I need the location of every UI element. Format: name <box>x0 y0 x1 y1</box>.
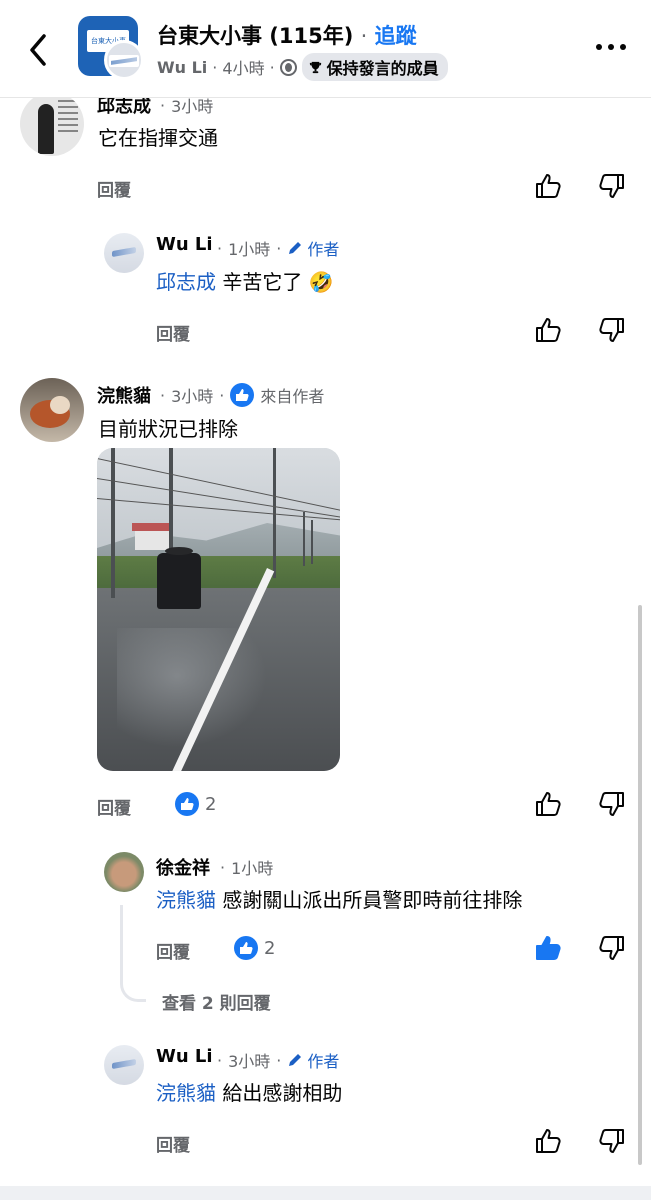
reply-button[interactable]: 回覆 <box>156 1131 190 1156</box>
comment-text: 它在指揮交通 <box>98 126 218 150</box>
comment-meta: · 1小時 <box>220 855 273 879</box>
comment-time: 1小時 <box>228 240 271 259</box>
avatar[interactable] <box>104 233 144 273</box>
like-icon[interactable] <box>534 790 562 818</box>
group-title: 台東大小事 (115年) · 追蹤 <box>157 24 417 48</box>
comment-time: 1小時 <box>231 859 274 878</box>
reply-button[interactable]: 回覆 <box>97 176 131 201</box>
back-icon[interactable] <box>22 30 56 70</box>
comment-time: 3小時 <box>228 1052 271 1071</box>
view-replies-link[interactable]: 查看 2 則回覆 <box>162 989 271 1014</box>
member-badge: 保持發言的成員 <box>301 53 448 81</box>
mention-link[interactable]: 浣熊貓 <box>156 1081 216 1105</box>
comment-text: 浣熊貓 給出感謝相助 <box>156 1081 343 1105</box>
reaction-count[interactable]: 2 <box>175 792 216 816</box>
reply-button[interactable]: 回覆 <box>156 320 190 345</box>
like-reaction-icon <box>175 792 199 816</box>
post-meta: Wu Li · 4小時 · 保持發言的成員 <box>157 53 448 81</box>
like-reaction-icon <box>234 936 258 960</box>
post-header: 台東大小事 台東大小事 (115年) · 追蹤 Wu Li · 4小時 · 保持… <box>0 0 651 98</box>
author-avatar[interactable] <box>104 40 144 80</box>
trophy-icon <box>309 61 321 73</box>
globe-icon <box>279 58 297 76</box>
avatar[interactable] <box>104 852 144 892</box>
reaction-count[interactable]: 2 <box>234 936 275 960</box>
post-time: 4小時 <box>222 59 265 78</box>
reply-button[interactable]: 回覆 <box>156 938 190 963</box>
like-icon[interactable] <box>534 172 562 200</box>
scrollbar[interactable] <box>638 605 642 1165</box>
mention-link[interactable]: 浣熊貓 <box>156 888 216 912</box>
comment-meta: · 3小時 · 來自作者 <box>160 383 324 407</box>
comment-composer-edge <box>0 1186 651 1200</box>
more-options-icon[interactable] <box>596 44 628 54</box>
post-author-name[interactable]: Wu Li <box>157 58 207 77</box>
like-icon-active[interactable] <box>534 934 562 962</box>
dislike-icon[interactable] <box>598 172 626 200</box>
author-like-icon <box>230 383 255 407</box>
dislike-icon[interactable] <box>598 934 626 962</box>
like-icon[interactable] <box>534 1127 562 1155</box>
mention-link[interactable]: 邱志成 <box>156 270 216 294</box>
commenter-name[interactable]: 徐金祥 <box>156 854 210 880</box>
dislike-icon[interactable] <box>598 790 626 818</box>
laughing-emoji: 🤣 <box>308 270 334 294</box>
like-icon[interactable] <box>534 316 562 344</box>
dislike-icon[interactable] <box>598 1127 626 1155</box>
pencil-icon <box>289 1054 302 1066</box>
pencil-icon <box>289 242 302 254</box>
comment-text: 邱志成 辛苦它了 🤣 <box>156 270 334 294</box>
comment-meta: · 3小時 · 作者 <box>217 1048 339 1072</box>
thread-connector <box>120 905 146 1002</box>
follow-button[interactable]: 追蹤 <box>375 24 417 48</box>
reply-button[interactable]: 回覆 <box>97 794 131 819</box>
commenter-name[interactable]: Wu Li <box>156 1046 213 1067</box>
comment-text: 目前狀況已排除 <box>98 417 238 441</box>
comment-text: 浣熊貓 感謝關山派出所員警即時前往排除 <box>156 888 523 912</box>
avatar[interactable] <box>20 378 84 442</box>
from-author-label: 來自作者 <box>260 387 325 406</box>
comment-time: 3小時 <box>171 387 214 406</box>
comment-photo[interactable] <box>97 448 340 771</box>
author-badge: 作者 <box>287 236 339 260</box>
avatar[interactable] <box>104 1045 144 1085</box>
comment-meta: · 1小時 · 作者 <box>217 236 339 260</box>
avatar[interactable] <box>20 92 84 156</box>
commenter-name[interactable]: 浣熊貓 <box>97 382 151 408</box>
commenter-name[interactable]: Wu Li <box>156 234 213 255</box>
group-name[interactable]: 台東大小事 (115年) <box>157 24 353 48</box>
author-badge: 作者 <box>287 1048 339 1072</box>
dislike-icon[interactable] <box>598 316 626 344</box>
